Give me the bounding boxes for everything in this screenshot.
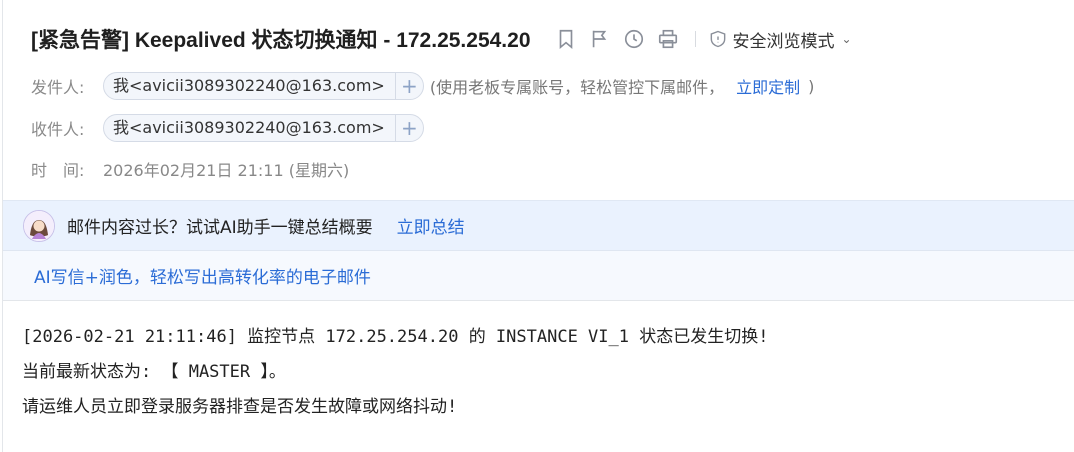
- print-icon[interactable]: [655, 26, 681, 52]
- time-label: 时 间:: [31, 161, 85, 180]
- recipient-address[interactable]: 我<avicii3089302240@163.com>: [104, 115, 395, 141]
- body-line: [2026-02-21 21:11:46] 监控节点 172.25.254.20…: [22, 327, 769, 347]
- recipient-row: 收件人: 我<avicii3089302240@163.com> +: [31, 113, 424, 143]
- bookmark-icon[interactable]: [553, 26, 579, 52]
- ai-summary-prompt: 邮件内容过长？试试AI助手一键总结概要: [67, 218, 373, 238]
- sender-label: 发件人:: [31, 78, 85, 97]
- sender-row: 发件人: 我<avicii3089302240@163.com> + (使用老板…: [31, 71, 814, 101]
- ai-write-link[interactable]: AI写信+润色，轻松写出高转化率的电子邮件: [34, 263, 371, 288]
- sender-note-end: ): [808, 76, 815, 96]
- mail-body: [2026-02-21 21:11:46] 监控节点 172.25.254.20…: [22, 320, 768, 425]
- ai-assistant-avatar: [23, 209, 55, 242]
- summarize-now-link[interactable]: 立即总结: [397, 213, 465, 238]
- body-line: 当前最新状态为: 【 MASTER 】。: [22, 362, 286, 382]
- clock-icon[interactable]: [621, 26, 647, 52]
- mail-subject: [紧急告警] Keepalived 状态切换通知 - 172.25.254.20: [31, 29, 531, 52]
- add-contact-icon[interactable]: +: [394, 73, 423, 99]
- sent-time: 2026年02月21日 21:11 (星期六): [103, 161, 350, 180]
- time-row: 时 间: 2026年02月21日 21:11 (星期六): [31, 154, 349, 184]
- sender-address[interactable]: 我<avicii3089302240@163.com>: [104, 73, 395, 99]
- recipient-chip: 我<avicii3089302240@163.com> +: [103, 114, 424, 142]
- safe-mode-button[interactable]: 安全浏览模式 ⌄: [708, 27, 852, 52]
- ai-summary-bar: 邮件内容过长？试试AI助手一键总结概要 立即总结: [3, 200, 1074, 251]
- toolbar-divider: [694, 31, 696, 47]
- sender-note: (使用老板专属账号，轻松管控下属邮件，: [429, 78, 725, 97]
- recipient-label: 收件人:: [31, 120, 85, 139]
- sender-chip: 我<avicii3089302240@163.com> +: [103, 72, 424, 100]
- subject-row: [紧急告警] Keepalived 状态切换通知 - 172.25.254.20…: [31, 22, 852, 56]
- safe-mode-label: 安全浏览模式: [732, 31, 835, 52]
- flag-icon[interactable]: [587, 26, 613, 52]
- add-contact-icon[interactable]: +: [394, 115, 423, 141]
- mail-toolbar: [553, 26, 681, 52]
- chevron-down-icon: ⌄: [841, 32, 852, 46]
- ai-write-bar[interactable]: AI写信+润色，轻松写出高转化率的电子邮件: [3, 251, 1074, 301]
- customize-link[interactable]: 立即定制: [736, 74, 800, 98]
- shield-icon: [710, 30, 725, 48]
- body-line: 请运维人员立即登录服务器排查是否发生故障或网络抖动!: [22, 397, 458, 417]
